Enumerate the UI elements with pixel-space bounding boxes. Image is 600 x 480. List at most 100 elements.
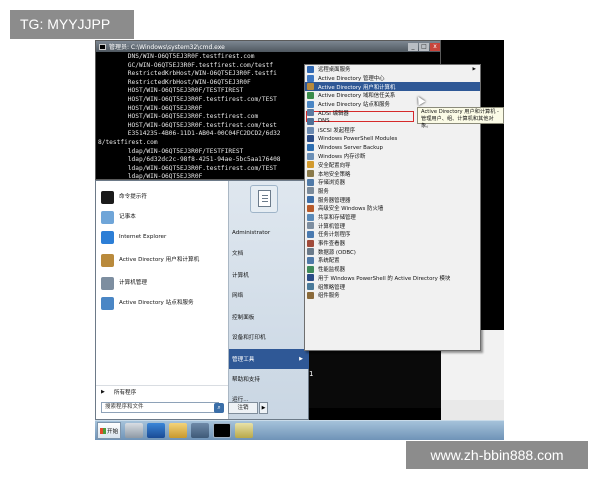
start-menu-item[interactable]: 文档 [229,243,309,263]
explorer-taskbar-icon[interactable] [169,423,187,438]
admin-tool-icon [307,83,314,91]
admin-tool-label: 本地安全策略 [318,171,351,178]
close-button[interactable]: x [430,42,440,51]
admin-tool-icon [307,213,314,221]
internet-explorer-icon [101,230,114,244]
admin-tool-item[interactable]: 计算机管理 [305,221,480,230]
start-menu-places: Administrator 文档计算机网络控制面板 设备和打印机管理工具 ▶ 帮助和支持… [228,181,309,419]
network-taskbar-icon[interactable] [191,423,209,438]
start-menu-item-label: 计算机 [232,273,249,279]
admin-tool-label: 高级安全 Windows 防火墙 [318,206,384,213]
admin-tool-icon [307,222,314,230]
start-menu-item[interactable]: 网络 [229,285,309,305]
admin-tool-label: 组策略管理 [318,284,345,291]
admin-tool-icon [307,204,314,212]
program-item-computer-management[interactable]: 计算机管理 [96,273,228,293]
admin-tool-label: Active Directory 用户和计算机 [318,84,396,91]
powershell-taskbar-icon[interactable] [147,423,165,438]
program-item-internet-explorer[interactable]: Internet Explorer [96,227,228,247]
submenu-arrow-icon: ▶ [299,356,303,362]
minimize-button[interactable]: _ [408,42,418,51]
search-placeholder: 搜索程序和文件 [105,404,144,410]
background-window-lower[interactable] [441,400,504,420]
user-picture[interactable] [250,185,278,213]
start-menu-item[interactable]: 控制面板 [229,307,309,327]
admin-tool-item[interactable]: 数据源 (ODBC) [305,247,480,256]
program-label: 命令提示符 [119,193,147,200]
admin-tool-item[interactable]: Active Directory 用户和计算机 [305,82,480,92]
shutdown-options-button[interactable]: ▶ [259,402,268,414]
cmd-taskbar-icon[interactable] [213,423,231,438]
program-label: 记事本 [119,213,136,220]
notepad-icon [101,210,114,224]
start-menu-item[interactable]: 管理工具 ▶ [229,349,309,369]
start-menu-item-label: 管理工具 [232,357,255,363]
start-menu-item[interactable]: Administrator [229,223,309,243]
desktop-screen: 管理员: C:\Windows\system32\cmd.exe _ □ x D… [95,40,504,440]
program-item-ad-users-computers[interactable]: Active Directory 用户和计算机 [96,247,228,273]
admin-tool-item[interactable]: 性能监视器 [305,265,480,274]
admin-tool-item[interactable]: 本地安全策略 [305,169,480,178]
server-manager-taskbar-icon[interactable] [125,423,143,438]
ad-sites-services-icon [101,296,114,310]
admin-tool-item[interactable]: 任务计划程序 [305,230,480,239]
admin-tool-icon [307,100,314,108]
admin-tool-item[interactable]: 组件服务 [305,291,480,300]
admin-tool-icon [307,126,314,134]
admin-tool-item[interactable]: Windows Server Backup [305,143,480,152]
admin-tool-item[interactable]: 用于 Windows PowerShell 的 Active Directory… [305,274,480,283]
admin-tool-icon [307,170,314,178]
admin-tool-label: 安全配置向导 [318,162,351,169]
start-menu-item[interactable]: 设备和打印机 [229,327,309,347]
admin-tool-item[interactable]: Active Directory 管理中心 [305,74,480,83]
admin-tool-label: 任务计划程序 [318,232,351,239]
admin-tool-item[interactable]: Windows 内存诊断 [305,152,480,161]
maximize-button[interactable]: □ [419,42,429,51]
admin-tool-item[interactable]: 存储浏览器 [305,178,480,187]
admin-tool-item[interactable]: Active Directory 域和信任关系 [305,91,480,100]
admin-tool-label: 计算机管理 [318,223,345,230]
dark-console-pane: 1 [309,348,441,408]
admin-tool-icon [307,248,314,256]
admin-tool-label: Active Directory 站点和服务 [318,102,390,109]
cmd-output-line: DNS/WIN-O6QT5EJ3R0F.testfirest.com [98,53,255,60]
start-menu-item[interactable]: 计算机 [229,265,309,285]
cmd-prompt-icon [101,190,114,204]
logoff-button[interactable]: 注销 [228,402,258,414]
admin-tool-item[interactable]: 组策略管理 [305,282,480,291]
program-item-cmd-prompt[interactable]: 命令提示符 [96,187,228,207]
start-menu-item[interactable]: 帮助和支持 [229,369,309,389]
admin-tool-item[interactable]: Windows PowerShell Modules [305,135,480,144]
start-button[interactable]: 开始 [97,422,121,439]
admin-tool-item[interactable]: 共享和存储管理 [305,213,480,222]
admin-tool-icon [307,91,314,99]
program-label: Active Directory 用户和计算机 [119,256,200,263]
search-icon[interactable]: ⌕ [214,403,224,413]
admin-tool-icon [307,239,314,247]
program-item-ad-sites-services[interactable]: Active Directory 站点和服务 [96,293,228,313]
tooltip: Active Directory 用户和计算机 - 管理用户、组、计算机和其他对… [417,107,504,129]
program-item-notepad[interactable]: 记事本 [96,207,228,227]
start-menu-item-label: 网络 [232,293,244,299]
admin-tool-label: 用于 Windows PowerShell 的 Active Directory… [318,275,451,282]
all-programs-button[interactable]: ▶ 所有程序 [96,385,228,397]
admin-tool-item[interactable]: 高级安全 Windows 防火墙 [305,204,480,213]
admin-tool-icon [307,117,314,125]
start-label: 开始 [107,428,119,435]
admin-tool-item[interactable]: 远程桌面服务 ▶ [305,65,480,74]
admin-tool-item[interactable]: 服务器管理器 [305,195,480,204]
start-menu-item-label: 帮助和支持 [232,377,260,383]
admin-tool-item[interactable]: 系统配置 [305,256,480,265]
admin-tool-icon [307,152,314,160]
admin-tool-item[interactable]: 事件查看器 [305,239,480,248]
admin-tool-item[interactable]: 安全配置向导 [305,161,480,170]
admin-tool-item[interactable]: 服务 [305,187,480,196]
computer-management-icon [101,276,114,290]
cmd-titlebar[interactable]: 管理员: C:\Windows\system32\cmd.exe _ □ x [96,41,440,52]
admin-tool-icon [307,256,314,264]
admin-tool-icon [307,135,314,143]
admin-tool-item[interactable]: iSCSI 发起程序 [305,126,480,135]
notepad-taskbar-icon[interactable] [235,423,253,438]
program-label: Active Directory 站点和服务 [119,299,194,306]
search-input[interactable]: 搜索程序和文件 ⌕ [101,402,224,413]
